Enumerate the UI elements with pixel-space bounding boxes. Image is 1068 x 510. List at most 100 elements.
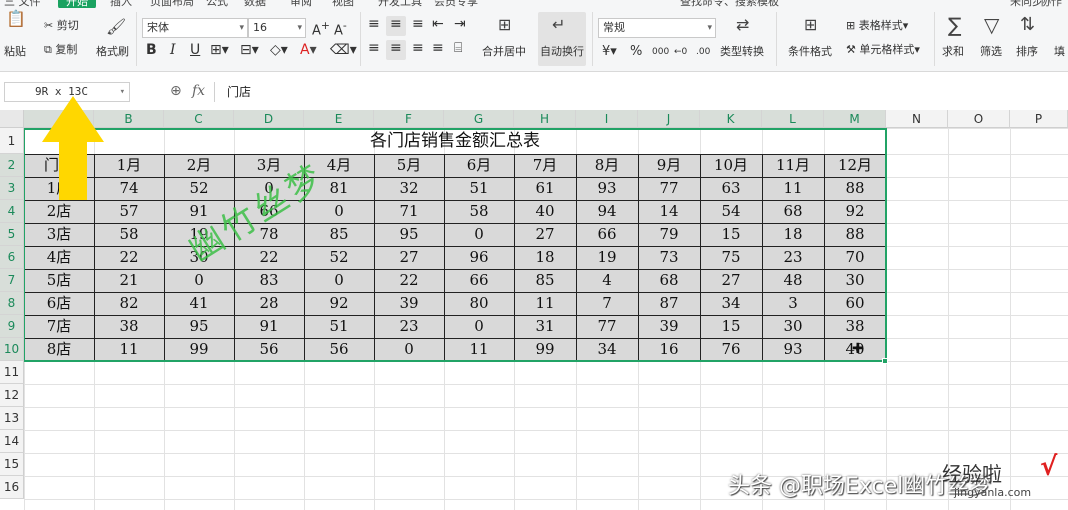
increase-font-icon[interactable]: A+: [312, 18, 330, 39]
menu-item[interactable]: 查找命令、搜索模板: [680, 0, 779, 8]
decrease-decimal-icon[interactable]: .00: [696, 44, 710, 60]
increase-decimal-icon[interactable]: ←0: [674, 44, 687, 60]
align-left-icon[interactable]: ≡: [368, 40, 380, 56]
row-header[interactable]: 3: [0, 177, 24, 200]
menu-item[interactable]: 页面布局: [150, 0, 194, 8]
font-name-select[interactable]: 宋体 ▾: [142, 18, 248, 38]
type-convert-button[interactable]: 类型转换: [720, 44, 764, 60]
auto-wrap-button[interactable]: 自动换行: [540, 44, 584, 60]
clear-format-icon[interactable]: ⌫▾: [330, 42, 357, 58]
decrease-font-icon[interactable]: A-: [334, 18, 347, 39]
column-header[interactable]: H: [514, 110, 576, 128]
align-right-icon[interactable]: ≡: [412, 40, 424, 56]
menu-item[interactable]: 未同步: [1010, 0, 1043, 8]
row-header[interactable]: 13: [0, 407, 24, 430]
row-header[interactable]: 16: [0, 476, 24, 499]
sort-icon[interactable]: ⇅: [1020, 16, 1035, 34]
row-header[interactable]: 8: [0, 292, 24, 315]
merge-center-button[interactable]: 合并居中: [482, 44, 526, 60]
row-header[interactable]: 7: [0, 269, 24, 292]
row-header[interactable]: 2: [0, 154, 24, 177]
format-painter-button[interactable]: 格式刷: [96, 44, 129, 60]
conditional-format-icon[interactable]: ⊞: [804, 16, 817, 34]
fill-handle[interactable]: [882, 358, 888, 364]
wrap-icon[interactable]: ↵: [552, 16, 565, 34]
underline-button[interactable]: U: [190, 42, 200, 58]
row-header[interactable]: 14: [0, 430, 24, 453]
merge-icon[interactable]: ⊞: [498, 16, 511, 34]
menu-item[interactable]: 数据: [244, 0, 266, 8]
fill-color-icon[interactable]: ◇▾: [270, 42, 288, 58]
italic-button[interactable]: I: [170, 42, 176, 58]
fx-icon[interactable]: fx: [192, 83, 205, 99]
align-bottom-icon[interactable]: ≡: [412, 16, 424, 32]
zoom-icon[interactable]: ⊕: [170, 83, 182, 99]
row-header[interactable]: 9: [0, 315, 24, 338]
thousands-button[interactable]: 000: [652, 44, 669, 60]
filter-button[interactable]: 筛选: [980, 44, 1002, 60]
align-top-icon[interactable]: ≡: [368, 16, 380, 32]
column-header[interactable]: L: [762, 110, 824, 128]
indent-increase-icon[interactable]: ⇥: [454, 16, 466, 32]
row-header[interactable]: 15: [0, 453, 24, 476]
column-header[interactable]: E: [304, 110, 374, 128]
select-all-corner[interactable]: [0, 110, 24, 128]
menu-item[interactable]: 视图: [332, 0, 354, 8]
menu-item[interactable]: 公式: [206, 0, 228, 8]
menu-item[interactable]: 插入: [110, 0, 132, 8]
indent-decrease-icon[interactable]: ⇤: [432, 16, 444, 32]
menu-item[interactable]: 开始: [58, 0, 96, 8]
column-header[interactable]: J: [638, 110, 700, 128]
column-header[interactable]: G: [444, 110, 514, 128]
column-header[interactable]: F: [374, 110, 444, 128]
row-header[interactable]: 12: [0, 384, 24, 407]
row-header[interactable]: 6: [0, 246, 24, 269]
column-header[interactable]: I: [576, 110, 638, 128]
filter-icon[interactable]: ▽: [984, 15, 999, 35]
column-header[interactable]: K: [700, 110, 762, 128]
sum-button[interactable]: 求和: [942, 44, 964, 60]
sort-button[interactable]: 排序: [1016, 44, 1038, 60]
cell-style-button[interactable]: ⚒ 单元格样式▾: [846, 42, 920, 58]
percent-button[interactable]: %: [630, 44, 642, 60]
menu-item[interactable]: 开发工具: [378, 0, 422, 8]
row-header[interactable]: 4: [0, 200, 24, 223]
cell-style-icon[interactable]: ⊟▾: [240, 42, 259, 58]
row-header[interactable]: 10: [0, 338, 24, 361]
paste-button[interactable]: 粘贴: [4, 44, 26, 60]
distribute-icon[interactable]: ⌸: [454, 40, 462, 56]
bold-button[interactable]: B: [146, 42, 157, 58]
menu-item[interactable]: 审阅: [290, 0, 312, 8]
border-icon[interactable]: ⊞▾: [210, 42, 229, 58]
currency-button[interactable]: ¥▾: [602, 44, 617, 60]
spreadsheet-grid[interactable]: 各门店销售金额汇总表 门店 1月 2月 3月 4月 5月 6月 7月 8月 9月 10月 11月 12月 1…: [0, 110, 1068, 510]
format-painter-icon[interactable]: 🖌: [106, 18, 126, 36]
justify-icon[interactable]: ≡: [432, 40, 444, 56]
copy-button[interactable]: ⧉ 复制: [44, 42, 77, 58]
fill-button[interactable]: 填: [1054, 44, 1065, 60]
align-center-icon[interactable]: ≡: [390, 40, 402, 56]
font-size-select[interactable]: 16 ▾: [248, 18, 306, 38]
column-header[interactable]: C: [164, 110, 234, 128]
column-header[interactable]: P: [1010, 110, 1068, 128]
column-header[interactable]: N: [886, 110, 948, 128]
column-header[interactable]: M: [824, 110, 886, 128]
conditional-format-button[interactable]: 条件格式: [788, 44, 832, 60]
row-header[interactable]: 11: [0, 361, 24, 384]
number-format-select[interactable]: 常规 ▾: [598, 18, 716, 38]
convert-icon[interactable]: ⇄: [736, 16, 749, 34]
paste-icon[interactable]: 📋: [6, 10, 26, 28]
menu-item[interactable]: 协作: [1040, 0, 1062, 8]
column-header[interactable]: D: [234, 110, 304, 128]
column-header[interactable]: O: [948, 110, 1010, 128]
menu-item[interactable]: 会员专享: [434, 0, 478, 8]
sum-icon[interactable]: ∑: [948, 15, 961, 35]
row-header[interactable]: 5: [0, 223, 24, 246]
row-header[interactable]: 1: [0, 128, 24, 154]
cut-button[interactable]: ✂ 剪切: [44, 18, 79, 34]
menu-item[interactable]: 三 文件: [4, 0, 41, 8]
formula-input[interactable]: 门店: [214, 82, 1068, 102]
font-color-icon[interactable]: A▾: [300, 42, 317, 58]
align-middle-icon[interactable]: ≡: [390, 16, 402, 32]
table-style-button[interactable]: ⊞ 表格样式▾: [846, 18, 908, 34]
